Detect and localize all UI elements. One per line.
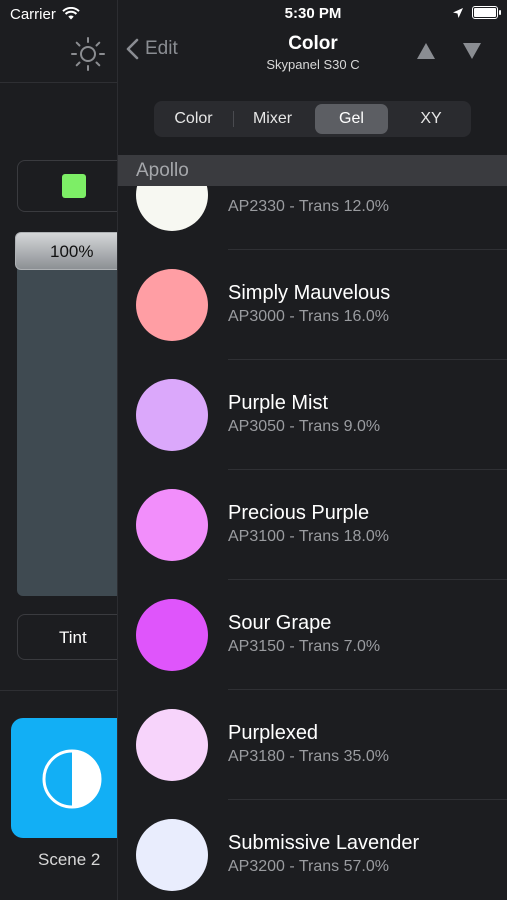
page-title: Color (288, 33, 338, 54)
gel-name: Submissive Lavender (228, 832, 420, 854)
gel-code: AP3100 - Trans 18.0% (228, 528, 389, 545)
gel-color-swatch (136, 379, 208, 451)
section-header: Apollo (118, 155, 507, 186)
gel-name: Sour Grape (228, 612, 332, 634)
intensity-value: 100% (50, 242, 94, 261)
gel-color-swatch (136, 819, 208, 891)
gel-color-swatch (136, 599, 208, 671)
segment-gel[interactable]: Gel (315, 104, 388, 134)
gel-color-swatch (136, 269, 208, 341)
gel-name: Purplexed (228, 722, 319, 744)
gel-row[interactable]: Simply Mauvelous AP3000 - Trans 16.0% (118, 250, 507, 360)
gel-code: AP3000 - Trans 16.0% (228, 308, 389, 325)
carrier-label: Carrier (10, 6, 56, 23)
segment-xy[interactable]: XY (391, 101, 471, 137)
gel-code: AP3180 - Trans 35.0% (228, 748, 389, 765)
gel-row[interactable]: Purple Mist AP3050 - Trans 9.0% (118, 360, 507, 470)
location-arrow-icon (453, 7, 463, 18)
mode-segmented-control: Color Mixer Gel XY (154, 101, 471, 137)
page-subtitle: Skypanel S30 C (266, 57, 360, 72)
gel-row[interactable]: Sour Grape AP3150 - Trans 7.0% (118, 580, 507, 690)
status-time: 5:30 PM (284, 5, 342, 22)
gel-code: AP3150 - Trans 7.0% (228, 638, 381, 655)
gel-row[interactable]: Submissive Lavender AP3200 - Trans 57.0% (118, 800, 507, 900)
divider (0, 82, 118, 83)
triangle-down-icon[interactable] (462, 42, 482, 60)
gel-color-swatch (136, 709, 208, 781)
gel-code: AP3200 - Trans 57.0% (228, 858, 389, 875)
color-swatch (62, 174, 86, 198)
segment-color[interactable]: Color (154, 101, 233, 137)
gel-code: AP3050 - Trans 9.0% (228, 418, 381, 435)
gel-name: Purple Mist (228, 392, 329, 414)
section-title: Apollo (136, 160, 189, 181)
gel-list: AP2330 - Trans 12.0% Simply Mauvelous AP… (118, 186, 507, 900)
left-panel: Carrier 100% Tint Scene 2 (0, 0, 139, 900)
battery-icon (472, 6, 501, 19)
gel-name: Precious Purple (228, 502, 370, 524)
divider (0, 690, 118, 691)
segment-mixer[interactable]: Mixer (233, 101, 312, 137)
color-sheet: 5:30 PM Edit Color Skypanel S30 C Color … (117, 0, 507, 900)
gel-name: Simply Mauvelous (228, 282, 391, 304)
scene-tile[interactable] (11, 718, 131, 838)
status-right (452, 6, 501, 19)
tint-label: Tint (59, 628, 87, 647)
gel-code: AP2330 - Trans 12.0% (228, 198, 389, 215)
status-carrier: Carrier (10, 6, 80, 23)
half-circle-icon (42, 749, 102, 809)
gel-row[interactable]: Precious Purple AP3100 - Trans 18.0% (118, 470, 507, 580)
gel-row[interactable]: AP2330 - Trans 12.0% (118, 186, 507, 250)
sun-icon[interactable] (70, 36, 106, 72)
triangle-up-icon[interactable] (416, 42, 436, 60)
gel-color-swatch (136, 489, 208, 561)
gel-row[interactable]: Purplexed AP3180 - Trans 35.0% (118, 690, 507, 800)
wifi-icon (62, 7, 80, 20)
scene-label: Scene 2 (38, 850, 101, 869)
gel-color-swatch (136, 186, 208, 231)
